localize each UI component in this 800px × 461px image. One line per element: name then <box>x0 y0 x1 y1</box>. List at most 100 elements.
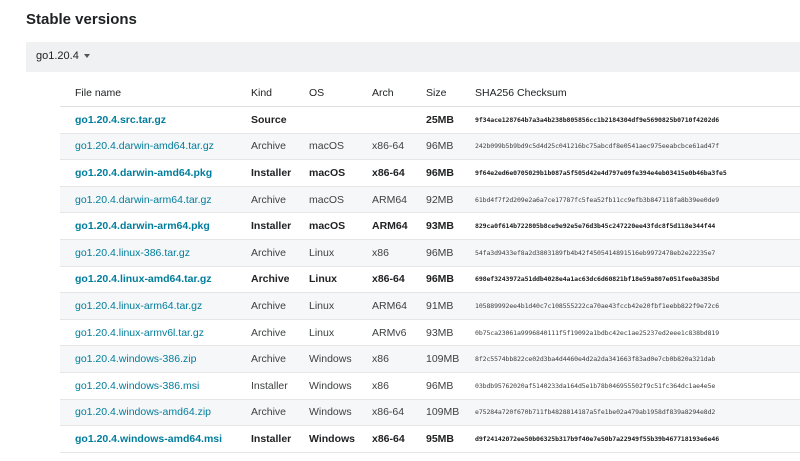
cell-sha256: 03bdb95762020af5140233da164d5e1b78b04695… <box>460 372 800 400</box>
table-row: go1.20.4.darwin-amd64.pkg Installer macOS x… <box>60 159 800 187</box>
cell-arch: ARM64 <box>357 212 411 240</box>
cell-arch: x86-64 <box>357 159 411 187</box>
version-toggle-bar[interactable]: go1.20.4 <box>26 42 800 72</box>
cell-file-name: go1.20.4.linux-armv6l.tar.gz <box>60 319 236 347</box>
cell-os: Windows <box>294 372 357 400</box>
cell-os: macOS <box>294 186 357 214</box>
cell-sha256: 54fa3d9433ef8a2d3803189fb4b42f4505414891… <box>460 239 800 267</box>
table-row: go1.20.4.windows-386.msi Installer Windows… <box>60 372 800 400</box>
cell-kind: Archive <box>236 319 294 347</box>
cell-kind: Source <box>236 106 294 134</box>
cell-file-name: go1.20.4.windows-amd64.msi <box>60 425 236 453</box>
caret-down-icon <box>83 54 90 58</box>
header-file-name: File name <box>60 80 236 107</box>
cell-size: 96MB <box>411 159 460 187</box>
cell-kind: Installer <box>236 372 294 400</box>
cell-sha256: 242b099b5b9bd9c5d4d25c041216bc75abcdf8e0… <box>460 133 800 161</box>
cell-size: 109MB <box>411 399 460 427</box>
cell-file-name: go1.20.4.darwin-amd64.pkg <box>60 159 236 187</box>
download-link[interactable]: go1.20.4.darwin-amd64.tar.gz <box>75 140 214 152</box>
download-link[interactable]: go1.20.4.linux-arm64.tar.gz <box>75 300 202 312</box>
cell-size: 96MB <box>411 133 460 161</box>
version-label: go1.20.4 <box>36 50 79 62</box>
cell-os: Windows <box>294 399 357 427</box>
cell-os: macOS <box>294 133 357 161</box>
download-link[interactable]: go1.20.4.darwin-arm64.tar.gz <box>75 194 212 206</box>
cell-os: Windows <box>294 345 357 373</box>
cell-arch: x86-64 <box>357 425 411 453</box>
cell-os: Windows <box>294 425 357 453</box>
cell-kind: Archive <box>236 266 294 294</box>
cell-size: 93MB <box>411 212 460 240</box>
cell-sha256: 8f2c5574bb822ce02d3ba4d4460e4d2a2da34166… <box>460 345 800 373</box>
download-link[interactable]: go1.20.4.windows-386.zip <box>75 353 196 365</box>
cell-kind: Installer <box>236 212 294 240</box>
header-size: Size <box>411 80 460 107</box>
cell-size: 109MB <box>411 345 460 373</box>
cell-kind: Archive <box>236 133 294 161</box>
cell-os: Linux <box>294 266 357 294</box>
header-os: OS <box>294 80 357 107</box>
download-link[interactable]: go1.20.4.linux-amd64.tar.gz <box>75 273 212 285</box>
cell-arch: ARM64 <box>357 186 411 214</box>
page-heading: Stable versions <box>26 11 137 28</box>
table-row: go1.20.4.linux-arm64.tar.gz Archive Linux A… <box>60 292 800 320</box>
cell-sha256: e75284a720f670b711fb4828814187a5fe1be02a… <box>460 399 800 427</box>
cell-file-name: go1.20.4.linux-arm64.tar.gz <box>60 292 236 320</box>
version-selector[interactable]: go1.20.4 <box>36 50 90 62</box>
download-link[interactable]: go1.20.4.src.tar.gz <box>75 114 166 126</box>
download-link[interactable]: go1.20.4.linux-armv6l.tar.gz <box>75 327 204 339</box>
cell-sha256: 829ca0f614b722805b8ce9e92e5e76d3b45c2472… <box>460 212 800 240</box>
cell-file-name: go1.20.4.windows-amd64.zip <box>60 399 236 427</box>
table-row: go1.20.4.linux-386.tar.gz Archive Linux x86… <box>60 239 800 267</box>
cell-os: macOS <box>294 159 357 187</box>
cell-size: 93MB <box>411 319 460 347</box>
cell-size: 92MB <box>411 186 460 214</box>
cell-arch: x86-64 <box>357 266 411 294</box>
cell-arch: ARM64 <box>357 292 411 320</box>
cell-arch: x86-64 <box>357 133 411 161</box>
cell-kind: Installer <box>236 425 294 453</box>
cell-os: Linux <box>294 239 357 267</box>
cell-file-name: go1.20.4.linux-386.tar.gz <box>60 239 236 267</box>
cell-os: macOS <box>294 212 357 240</box>
cell-kind: Archive <box>236 239 294 267</box>
cell-sha256: d9f24142072ee50b06325b317b9f40e7e50b7a22… <box>460 425 800 453</box>
cell-sha256: 61bd4f7f2d209e2a6a7ce17787fc5fea52fb11cc… <box>460 186 800 214</box>
cell-sha256: 9f64e2ed6e0705029b1b087a5f505d42e4d797e0… <box>460 159 800 187</box>
download-link[interactable]: go1.20.4.windows-386.msi <box>75 380 199 392</box>
download-link[interactable]: go1.20.4.darwin-arm64.pkg <box>75 220 210 232</box>
cell-kind: Archive <box>236 345 294 373</box>
table-row: go1.20.4.windows-amd64.zip Archive Windows… <box>60 399 800 427</box>
download-link[interactable]: go1.20.4.windows-amd64.msi <box>75 433 222 445</box>
download-link[interactable]: go1.20.4.windows-amd64.zip <box>75 406 211 418</box>
cell-kind: Installer <box>236 159 294 187</box>
download-link[interactable]: go1.20.4.darwin-amd64.pkg <box>75 167 212 179</box>
downloads-table: File name Kind OS Arch Size SHA256 Check… <box>60 80 800 453</box>
cell-sha256: 105889992ee4b1d40c7c108555222ca70ae43fcc… <box>460 292 800 320</box>
table-header-row: File name Kind OS Arch Size SHA256 Check… <box>60 80 800 107</box>
table-row: go1.20.4.linux-amd64.tar.gz Archive Linux x… <box>60 266 800 294</box>
cell-kind: Archive <box>236 399 294 427</box>
cell-size: 96MB <box>411 239 460 267</box>
table-row: go1.20.4.darwin-arm64.tar.gz Archive macOS… <box>60 186 800 214</box>
download-link[interactable]: go1.20.4.linux-386.tar.gz <box>75 247 190 259</box>
cell-arch: ARMv6 <box>357 319 411 347</box>
cell-size: 96MB <box>411 372 460 400</box>
cell-arch: x86 <box>357 239 411 267</box>
cell-size: 96MB <box>411 266 460 294</box>
cell-file-name: go1.20.4.windows-386.zip <box>60 345 236 373</box>
cell-kind: Archive <box>236 292 294 320</box>
table-row: go1.20.4.linux-armv6l.tar.gz Archive Linux… <box>60 319 800 347</box>
cell-file-name: go1.20.4.windows-386.msi <box>60 372 236 400</box>
cell-file-name: go1.20.4.darwin-amd64.tar.gz <box>60 133 236 161</box>
cell-arch: x86-64 <box>357 399 411 427</box>
table-row: go1.20.4.windows-386.zip Archive Windows x8… <box>60 345 800 373</box>
table-row: go1.20.4.windows-amd64.msi Installer Windo… <box>60 425 800 453</box>
cell-os: Linux <box>294 319 357 347</box>
cell-os <box>294 106 357 134</box>
cell-size: 25MB <box>411 106 460 134</box>
cell-sha256: 698ef3243972a51ddb4028e4a1ac63dc6d60821b… <box>460 266 800 294</box>
cell-os: Linux <box>294 292 357 320</box>
cell-size: 95MB <box>411 425 460 453</box>
